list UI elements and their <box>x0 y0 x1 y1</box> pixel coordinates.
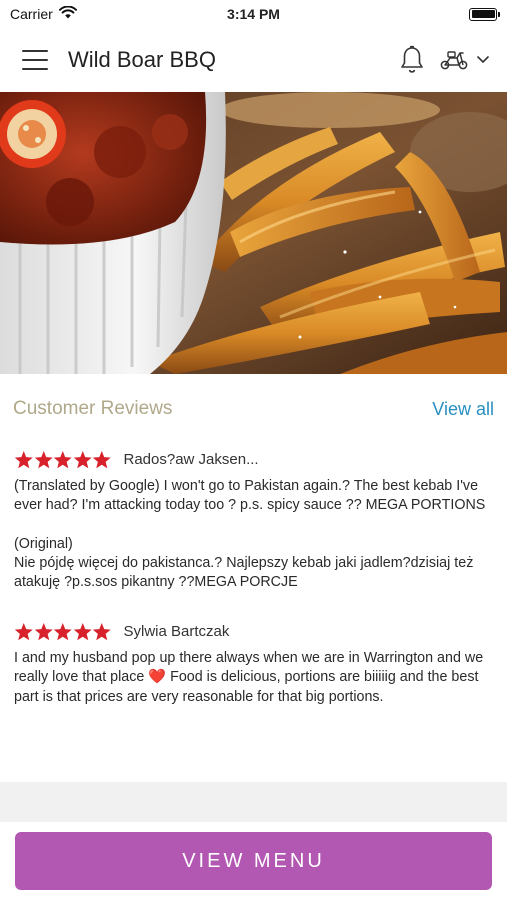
review-header: Rados?aw Jaksen... <box>14 444 493 474</box>
star-icon <box>14 450 33 468</box>
reviewer-name: Rados?aw Jaksen... <box>123 450 259 468</box>
review-text: (Translated by Google) I won't go to Pak… <box>14 477 493 592</box>
star-icon <box>53 450 72 468</box>
star-icon <box>92 622 111 640</box>
battery-icon <box>469 7 500 21</box>
review-item: Sylwia Bartczak I and my husband pop up … <box>0 616 507 707</box>
view-menu-button[interactable]: VIEW MENU <box>15 832 492 890</box>
chevron-down-icon[interactable] <box>477 51 489 69</box>
star-rating <box>14 450 112 469</box>
star-icon <box>73 450 92 468</box>
hero-food-image <box>0 92 507 374</box>
review-translated-text: (Translated by Google) I won't go to Pak… <box>14 478 486 514</box>
view-all-link[interactable]: View all <box>432 399 494 420</box>
star-icon <box>73 622 92 640</box>
review-item: Rados?aw Jaksen... (Translated by Google… <box>0 444 507 592</box>
bell-icon[interactable] <box>399 45 425 75</box>
star-icon <box>34 622 53 640</box>
star-icon <box>53 622 72 640</box>
status-left: Carrier <box>10 5 77 22</box>
heart-emoji: ❤️ <box>148 669 167 686</box>
carrier-label: Carrier <box>10 6 53 22</box>
star-icon <box>34 450 53 468</box>
header-actions <box>399 45 489 75</box>
reviewer-name: Sylwia Bartczak <box>123 622 230 640</box>
battery-fill <box>471 10 495 18</box>
star-icon <box>14 622 33 640</box>
review-header: Sylwia Bartczak <box>14 616 493 646</box>
app-header: Wild Boar BBQ <box>0 28 507 92</box>
review-original-label: (Original) <box>14 535 73 552</box>
reviews-title: Customer Reviews <box>13 398 173 419</box>
status-bar: Carrier <box>0 0 507 28</box>
review-original-text: Nie pójdę więcej do pakistanca.? Najleps… <box>14 554 474 590</box>
page-title: Wild Boar BBQ <box>68 47 216 72</box>
star-rating <box>14 622 112 641</box>
customer-reviews-section: Customer Reviews View all Rados?aw Jakse… <box>0 374 507 782</box>
wifi-icon <box>58 5 77 22</box>
star-icon <box>92 450 111 468</box>
review-text: I and my husband pop up there always whe… <box>14 649 493 707</box>
section-divider <box>0 782 507 822</box>
hamburger-menu-icon[interactable] <box>22 50 48 70</box>
reviews-header: Customer Reviews View all <box>0 374 507 444</box>
delivery-scooter-icon[interactable] <box>439 49 489 71</box>
